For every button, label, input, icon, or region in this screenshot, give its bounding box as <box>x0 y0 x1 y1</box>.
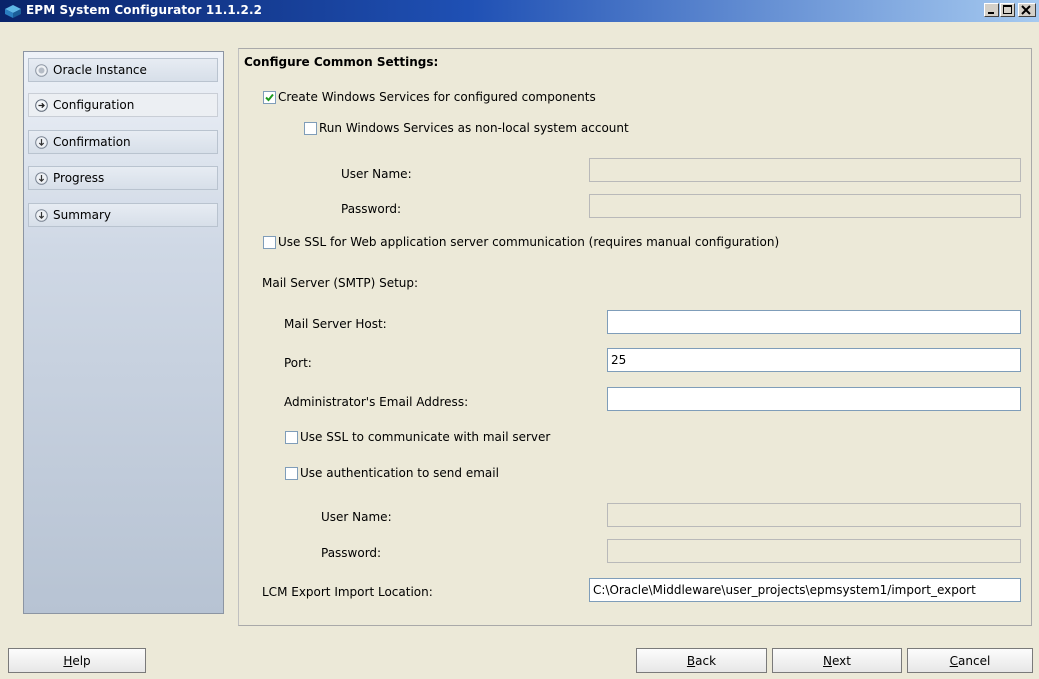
minimize-button[interactable] <box>984 3 999 17</box>
port-label: Port: <box>284 356 312 370</box>
maximize-icon <box>1003 5 1012 14</box>
checkbox-box[interactable] <box>285 466 298 480</box>
lcm-location-field[interactable] <box>589 578 1021 602</box>
maximize-button[interactable] <box>1000 3 1015 17</box>
nav-step-progress[interactable]: Progress <box>28 166 218 190</box>
next-button[interactable]: Next <box>772 648 902 673</box>
checkbox-label: Use authentication to send email <box>300 466 499 480</box>
mail-password-label: Password: <box>321 546 382 560</box>
current-step-icon <box>35 98 48 112</box>
back-button[interactable]: Back <box>636 648 767 673</box>
checkbox-label: Run Windows Services as non-local system… <box>319 121 629 135</box>
nav-step-label: Summary <box>53 208 111 222</box>
checkbox-box[interactable] <box>285 430 298 444</box>
service-username-field[interactable] <box>589 158 1021 182</box>
use-ssl-mail-checkbox[interactable]: Use SSL to communicate with mail server <box>285 430 550 444</box>
wizard-step-list: Oracle Instance Configuration Confirmati… <box>23 51 224 614</box>
mail-password-field[interactable] <box>607 539 1021 563</box>
close-button[interactable] <box>1018 3 1036 17</box>
cancel-button[interactable]: Cancel <box>907 648 1033 673</box>
checkbox-label: Use SSL to communicate with mail server <box>300 430 551 444</box>
nav-step-oracle-instance[interactable]: Oracle Instance <box>28 58 218 82</box>
service-username-label: User Name: <box>341 167 412 181</box>
button-label: Back <box>686 653 717 668</box>
nav-step-confirmation[interactable]: Confirmation <box>28 130 218 154</box>
admin-email-label: Administrator's Email Address: <box>284 395 469 409</box>
use-ssl-web-checkbox[interactable]: Use SSL for Web application server commu… <box>263 235 779 249</box>
pending-step-icon <box>35 135 48 149</box>
checkbox-box[interactable] <box>263 235 276 249</box>
nav-step-label: Configuration <box>53 98 135 112</box>
run-nonlocal-account-checkbox[interactable]: Run Windows Services as non-local system… <box>304 121 629 135</box>
pending-step-icon <box>35 208 48 222</box>
nav-step-label: Progress <box>53 171 105 185</box>
mail-host-field[interactable] <box>607 310 1021 334</box>
mail-username-label: User Name: <box>321 510 392 524</box>
mail-username-field[interactable] <box>607 503 1021 527</box>
admin-email-field[interactable] <box>607 387 1021 411</box>
nav-step-label: Confirmation <box>53 135 131 149</box>
create-windows-services-checkbox[interactable]: Create Windows Services for configured c… <box>263 90 596 104</box>
button-label: Help <box>63 653 91 668</box>
nav-step-configuration[interactable]: Configuration <box>28 93 218 117</box>
help-button[interactable]: Help <box>8 648 146 673</box>
mail-setup-heading: Mail Server (SMTP) Setup: <box>262 276 419 290</box>
window-title: EPM System Configurator 11.1.2.2 <box>26 3 263 17</box>
checkmark-icon <box>265 93 274 101</box>
section-title: Configure Common Settings: <box>244 55 439 69</box>
minimize-icon <box>988 12 994 14</box>
nav-step-label: Oracle Instance <box>53 63 147 77</box>
checkbox-label: Create Windows Services for configured c… <box>278 90 596 104</box>
button-label: Cancel <box>949 653 991 668</box>
port-field[interactable] <box>607 348 1021 372</box>
mail-host-label: Mail Server Host: <box>284 317 387 331</box>
title-bar: EPM System Configurator 11.1.2.2 <box>0 0 1039 22</box>
completed-step-icon <box>35 63 48 77</box>
checkbox-label: Use SSL for Web application server commu… <box>278 235 780 249</box>
use-auth-checkbox[interactable]: Use authentication to send email <box>285 466 499 480</box>
lcm-location-label: LCM Export Import Location: <box>262 585 433 599</box>
close-icon <box>1021 5 1031 15</box>
service-password-field[interactable] <box>589 194 1021 218</box>
nav-step-summary[interactable]: Summary <box>28 203 218 227</box>
button-label: Next <box>823 653 851 668</box>
service-password-label: Password: <box>341 202 402 216</box>
pending-step-icon <box>35 171 48 185</box>
checkbox-box[interactable] <box>304 121 317 135</box>
app-icon <box>4 3 22 19</box>
checkbox-box[interactable] <box>263 90 276 104</box>
